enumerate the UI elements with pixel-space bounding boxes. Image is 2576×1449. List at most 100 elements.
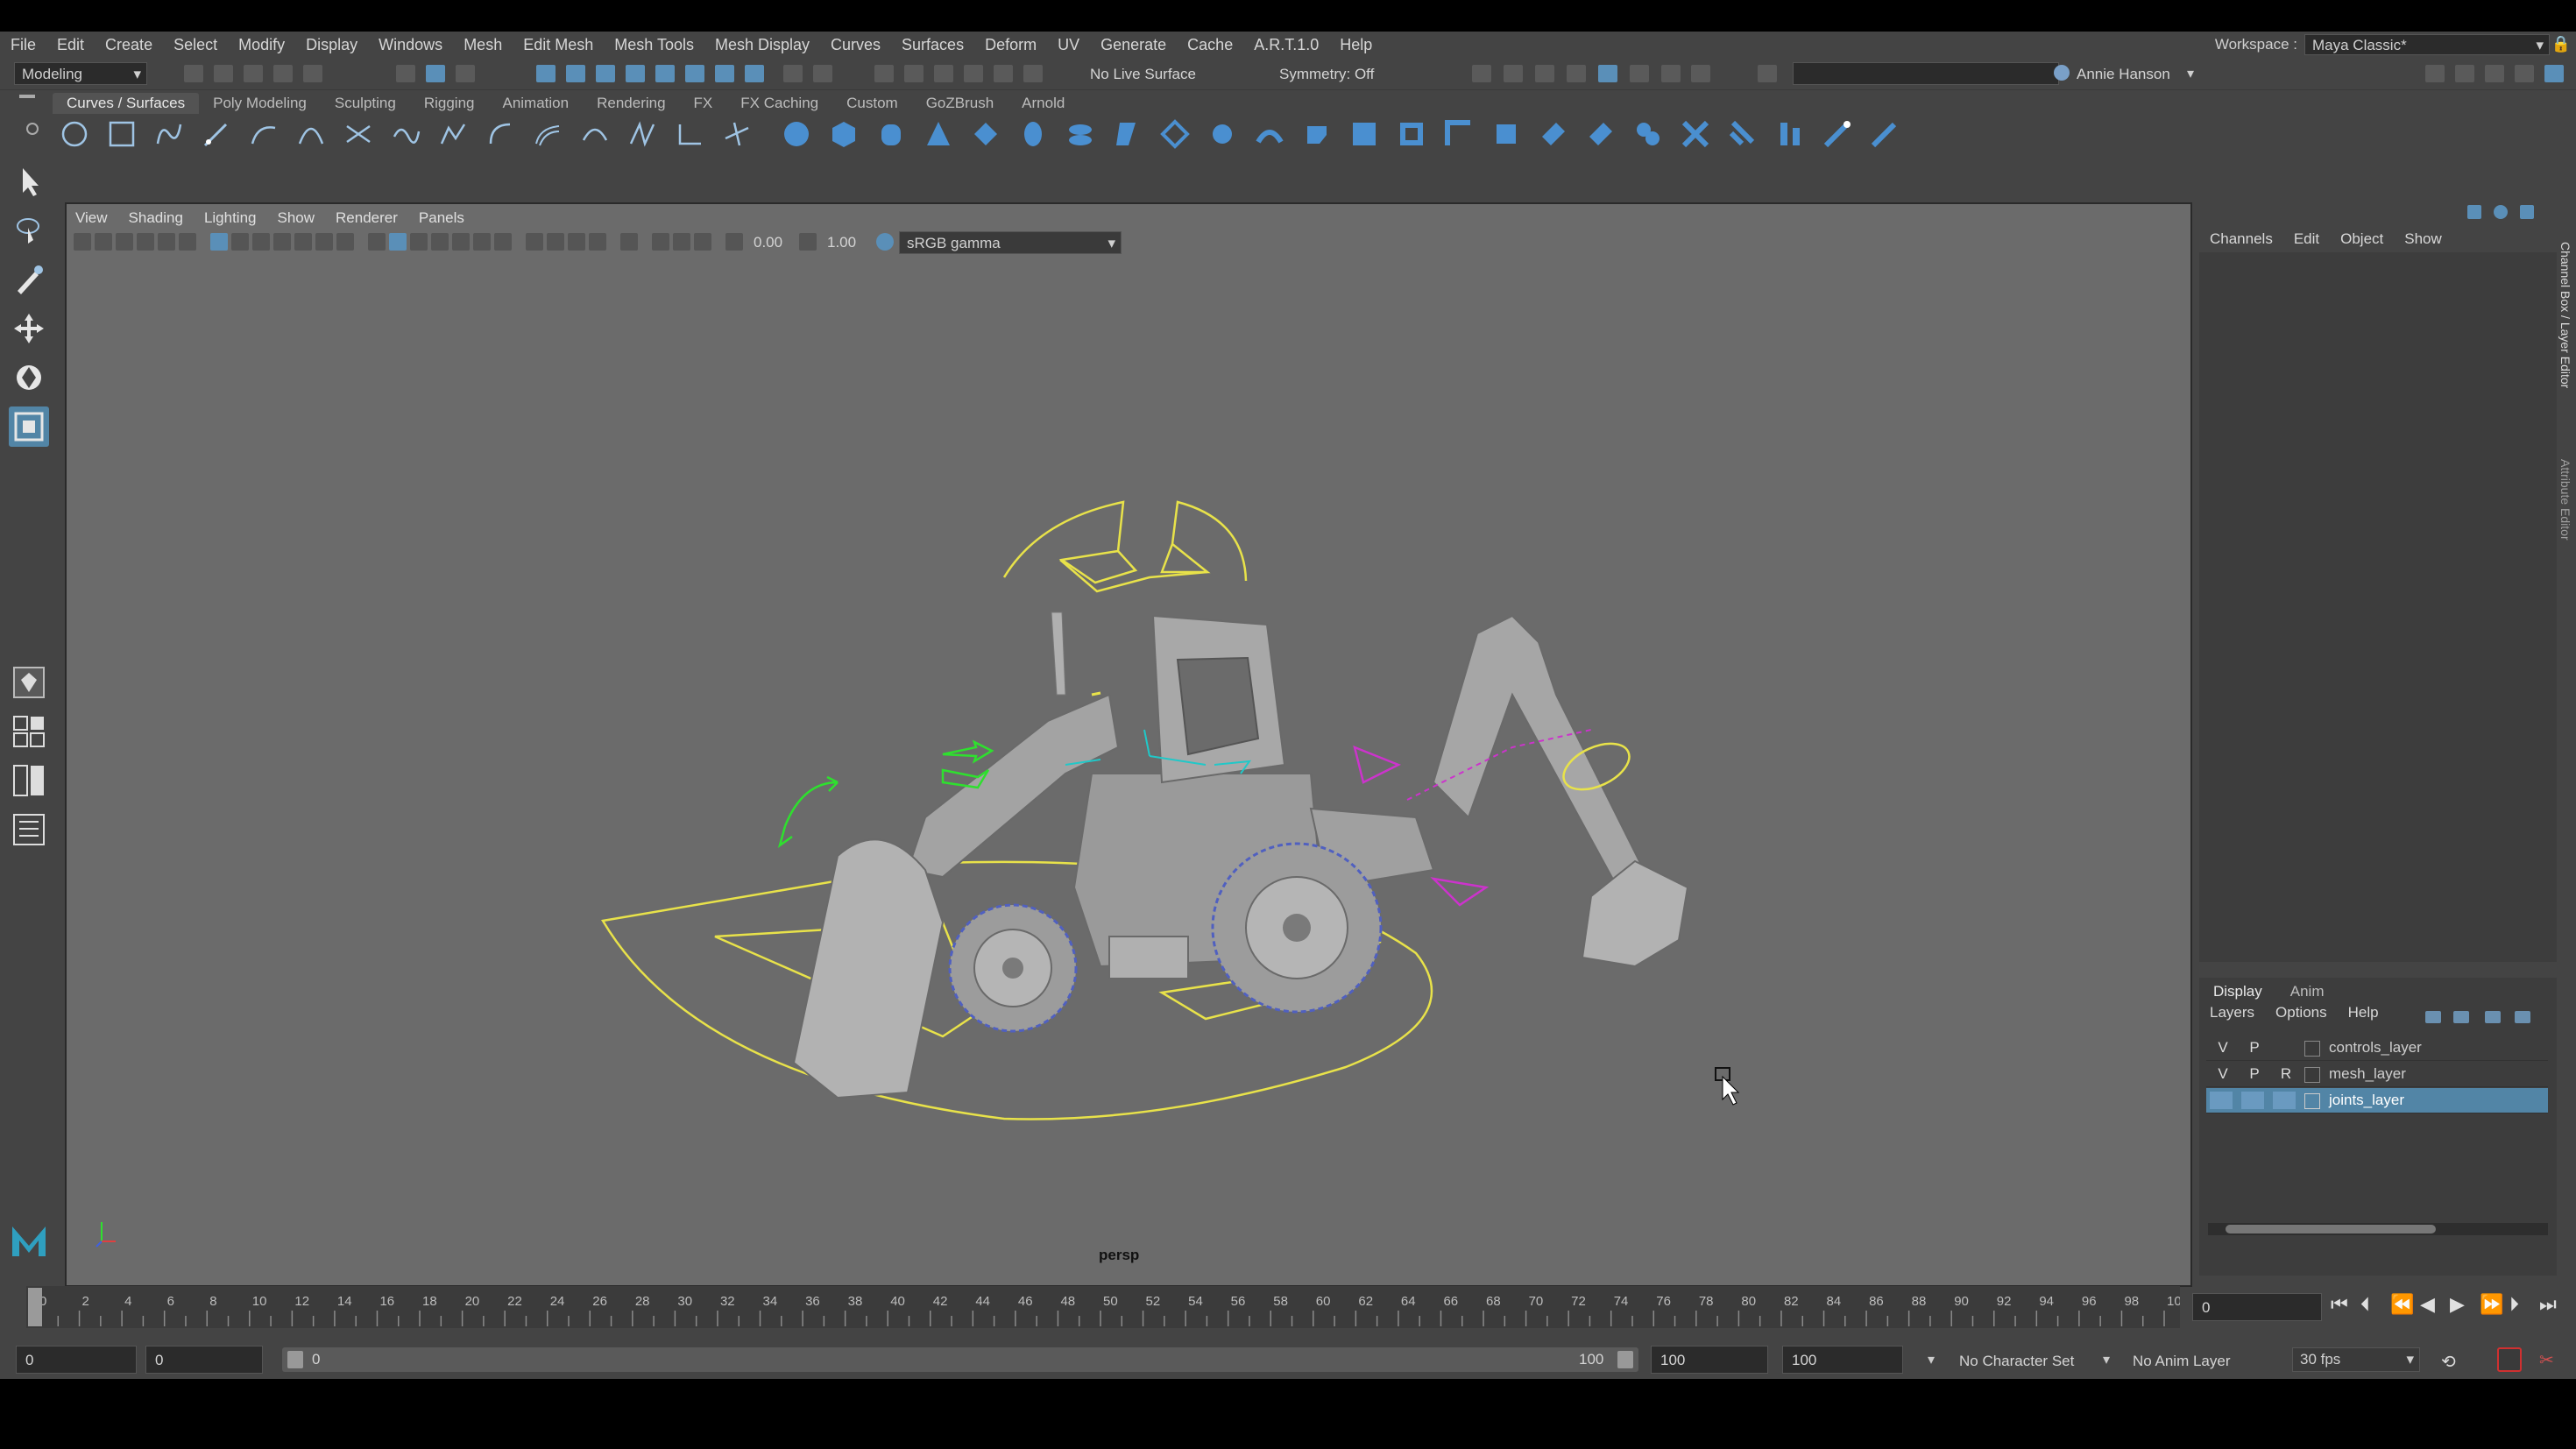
save-scene-icon[interactable] <box>244 65 263 82</box>
range-slider[interactable]: 0 100 <box>282 1347 1638 1372</box>
current-frame-field[interactable]: 0 <box>2192 1293 2322 1321</box>
reverse-curve-icon[interactable] <box>580 119 610 149</box>
shelf-tab-fx[interactable]: FX <box>680 93 727 114</box>
fps-select[interactable]: 30 fps ▾ <box>2292 1347 2420 1372</box>
menu-create[interactable]: Create <box>95 36 163 54</box>
extrude-icon[interactable] <box>1207 119 1237 149</box>
hypershade-icon[interactable] <box>1630 65 1649 82</box>
swing-control-curve[interactable] <box>1353 745 1402 784</box>
attribute-editor-toggle-icon[interactable] <box>2485 65 2504 82</box>
shelf-tab-rendering[interactable]: Rendering <box>583 93 679 114</box>
panel-menu-lighting[interactable]: Lighting <box>194 209 267 227</box>
project-curve-icon[interactable] <box>1491 119 1521 149</box>
2d-pan-zoom-icon[interactable] <box>158 233 175 251</box>
bookmarks-icon[interactable] <box>116 233 133 251</box>
channel-box-close-icon[interactable] <box>2520 205 2534 219</box>
animation-end-field[interactable]: 100 <box>1782 1346 1903 1374</box>
revolve-icon[interactable] <box>1065 119 1095 149</box>
intersect-surfaces-icon[interactable] <box>1539 119 1568 149</box>
exhaust-control-curve[interactable] <box>1091 691 1101 696</box>
snap-surface-icon[interactable] <box>655 65 675 82</box>
playback-start-field[interactable]: 0 <box>145 1346 263 1374</box>
input-line-field[interactable] <box>1793 62 2059 85</box>
single-perspective-view-icon[interactable] <box>9 662 49 703</box>
redo-icon[interactable] <box>303 65 322 82</box>
xray-icon[interactable] <box>652 233 669 251</box>
surface-editing-icon[interactable] <box>1870 119 1900 149</box>
three-point-arc-icon[interactable] <box>296 119 326 149</box>
nurbs-cylinder-icon[interactable] <box>876 119 906 149</box>
output-ops-icon[interactable] <box>904 65 924 82</box>
layer-menu-help[interactable]: Help <box>2338 1004 2389 1027</box>
shelf-tab-animation[interactable]: Animation <box>488 93 583 114</box>
menu-uv[interactable]: UV <box>1047 36 1090 54</box>
camera-attributes-icon[interactable] <box>95 233 112 251</box>
layer-row-controls[interactable]: V P controls_layer <box>2206 1036 2548 1061</box>
gamma-icon[interactable] <box>799 233 817 251</box>
gate-mask-icon[interactable] <box>273 233 291 251</box>
safe-action-icon[interactable] <box>315 233 333 251</box>
move-layer-up-icon[interactable] <box>2425 1011 2441 1023</box>
shelf-tab-poly-modeling[interactable]: Poly Modeling <box>199 93 321 114</box>
render-sequence-icon[interactable] <box>1504 65 1523 82</box>
play-forwards-icon[interactable]: ▶ <box>2450 1293 2465 1316</box>
shelf-tab-rigging[interactable]: Rigging <box>410 93 489 114</box>
smooth-shade-icon[interactable] <box>389 233 407 251</box>
cb-menu-object[interactable]: Object <box>2330 230 2394 248</box>
snap-grid-icon[interactable] <box>536 65 556 82</box>
grease-pencil-icon[interactable] <box>179 233 196 251</box>
image-plane-icon[interactable] <box>137 233 154 251</box>
layer-playback-toggle[interactable]: P <box>2241 1062 2268 1086</box>
cb-menu-show[interactable]: Show <box>2394 230 2452 248</box>
layer-display-type-toggle[interactable] <box>2273 1092 2296 1109</box>
layer-row-joints[interactable]: joints_layer <box>2206 1088 2548 1113</box>
auto-key-icon[interactable] <box>2497 1347 2522 1372</box>
input-ops-icon[interactable] <box>874 65 894 82</box>
exposure-value[interactable]: 0.00 <box>754 234 782 251</box>
nurbs-torus-icon[interactable] <box>1018 119 1048 149</box>
rotate-tool-icon[interactable] <box>9 357 49 398</box>
scrollbar-thumb[interactable] <box>2226 1225 2436 1233</box>
nurbs-square-icon[interactable] <box>107 119 137 149</box>
use-all-lights-icon[interactable] <box>473 233 491 251</box>
step-forward-key-icon[interactable]: ⏵ <box>2509 1293 2519 1316</box>
current-time-marker[interactable] <box>28 1288 42 1326</box>
shelf-menu-icon[interactable] <box>26 123 39 135</box>
cb-menu-channels[interactable]: Channels <box>2199 230 2283 248</box>
render-setup-icon[interactable] <box>1661 65 1681 82</box>
render-view-icon[interactable] <box>1535 65 1554 82</box>
menu-generate[interactable]: Generate <box>1090 36 1177 54</box>
move-tool-icon[interactable] <box>9 308 49 349</box>
four-view-layout-icon[interactable] <box>9 711 49 752</box>
playback-end-field[interactable]: 100 <box>1651 1346 1768 1374</box>
animation-preferences-icon[interactable]: ✂ <box>2539 1349 2560 1370</box>
step-forward-frame-icon[interactable]: ⏩ <box>2480 1293 2503 1316</box>
exposure-icon[interactable] <box>725 233 743 251</box>
layer-menu-layers[interactable]: Layers <box>2199 1004 2265 1027</box>
layer-name[interactable]: mesh_layer <box>2329 1062 2406 1086</box>
boundary-icon[interactable] <box>1349 119 1379 149</box>
new-layer-selected-icon[interactable] <box>2515 1011 2530 1023</box>
layer-name[interactable]: joints_layer <box>2329 1088 2404 1113</box>
panel-menu-view[interactable]: View <box>65 209 118 227</box>
nurbs-circle-icon[interactable] <box>60 119 89 149</box>
layer-color-swatch[interactable] <box>2304 1041 2320 1057</box>
rebuild-curve-icon[interactable] <box>627 119 657 149</box>
time-slider[interactable]: 0 2 4 6 8 10 12 14 16 18 20 22 24 26 28 30 32 34 36 38 40 42 4… <box>26 1286 2180 1328</box>
shadows-icon[interactable] <box>494 233 512 251</box>
layer-color-swatch[interactable] <box>2304 1093 2320 1109</box>
shelf-tab-sculpting[interactable]: Sculpting <box>321 93 410 114</box>
birail-icon[interactable] <box>1255 119 1284 149</box>
layer-visibility-toggle[interactable] <box>2210 1092 2233 1109</box>
trim-tool-icon[interactable] <box>1586 119 1616 149</box>
human-ik-icon[interactable] <box>2455 65 2474 82</box>
textured-icon[interactable] <box>452 233 470 251</box>
outliner-icon[interactable] <box>9 809 49 850</box>
backhoe-bucket-mesh[interactable] <box>1581 859 1689 968</box>
cv-curve-tool-icon[interactable] <box>154 119 184 149</box>
isolate-select-icon[interactable] <box>620 233 638 251</box>
menu-edit[interactable]: Edit <box>46 36 95 54</box>
channel-box-toggle-icon[interactable] <box>2544 65 2564 82</box>
step-back-frame-icon[interactable]: ⏪ <box>2390 1293 2414 1316</box>
open-scene-icon[interactable] <box>214 65 233 82</box>
